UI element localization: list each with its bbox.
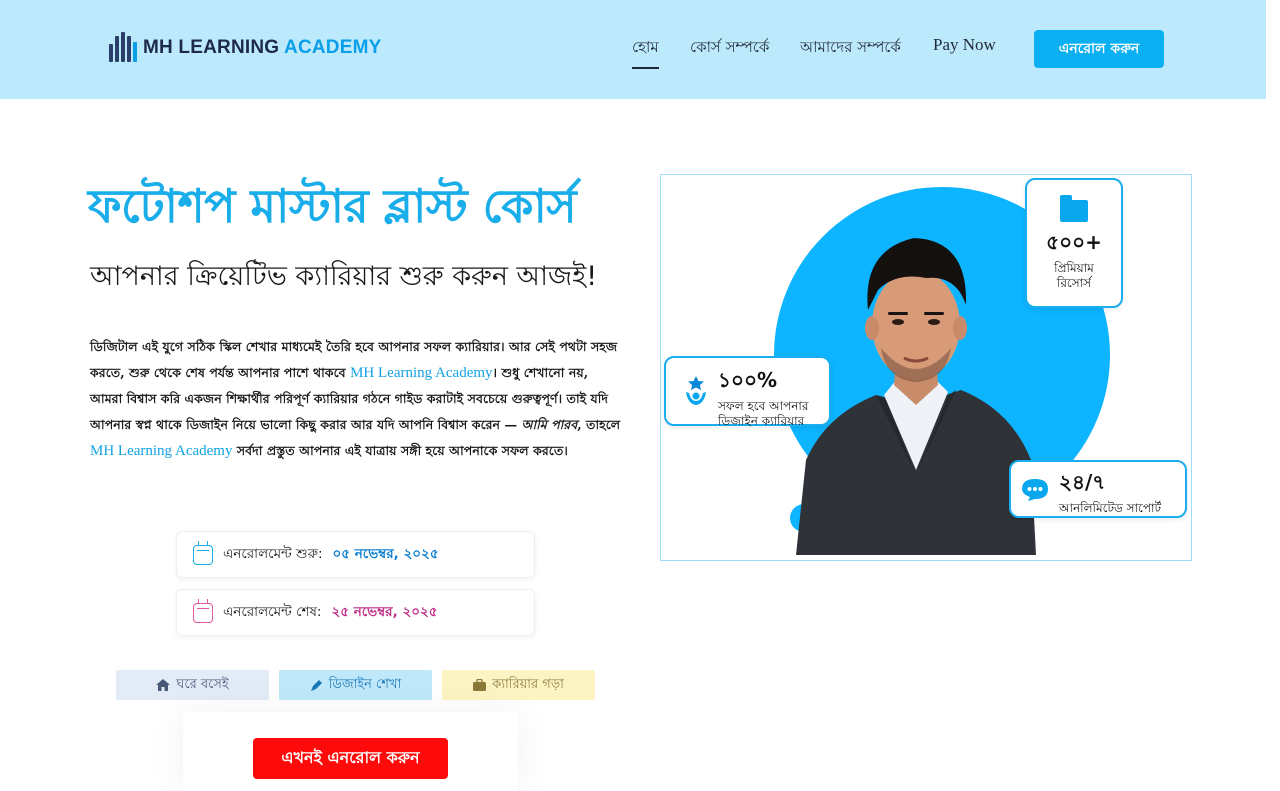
stat-support-value: ২৪/৭ — [1059, 470, 1106, 494]
header-enroll-button[interactable]: এনরোল করুন — [1034, 30, 1164, 68]
tag-learn-design: ডিজাইন শেখা — [279, 670, 432, 700]
stat-success-text: ১০০% সফল হবে আপনার ডিজাইন ক্যারিয়ার — [718, 366, 808, 429]
stat-resources-card: ৫০০+ প্রিমিয়াম রিসোর্স — [1025, 178, 1123, 308]
stat-support-text: ২৪/৭ আনলিমিটেড সাপোর্ট — [1059, 468, 1161, 516]
tag-build-career-label: ক্যারিয়ার গড়া — [492, 676, 564, 692]
stat-support-label: আনলিমিটেড সাপোর্ট — [1059, 501, 1162, 515]
stat-success-card: ১০০% সফল হবে আপনার ডিজাইন ক্যারিয়ার — [664, 356, 831, 429]
hero-title: ফটোশপ মাস্টার ব্লাস্ট কোর্স — [88, 179, 577, 233]
site-header: MH LEARNING ACADEMY হোম কোর্স সম্পর্কে আ… — [0, 0, 1266, 99]
enrollment-end-label: এনরোলমেন্ট শেষ: — [223, 604, 322, 620]
calendar-icon — [193, 540, 213, 565]
stat-success-label-2: ডিজাইন ক্যারিয়ার — [718, 414, 805, 428]
brand-link: MH Learning Academy — [90, 443, 233, 459]
para-part: , তাহলে — [577, 417, 621, 432]
enrollment-start-date: ০৫ নভেম্বর, ২০২৫ — [332, 546, 439, 562]
brand-link: MH Learning Academy — [350, 365, 493, 381]
enrollment-start-label: এনরোলমেন্ট শুরু: — [223, 546, 323, 562]
calendar-icon — [193, 598, 213, 623]
nav-about-us[interactable]: আমাদের সম্পর্কে — [800, 36, 901, 61]
enroll-now-button[interactable]: এখনই এনরোল করুন — [253, 738, 448, 779]
nav-pay-now[interactable]: Pay Now — [933, 35, 996, 55]
enrollment-start-card: এনরোলমেন্ট শুরু: ০৫ নভেম্বর, ২০২৫ — [176, 531, 535, 578]
hero-description: ডিজিটাল এই যুগে সঠিক স্কিল শেখার মাধ্যমে… — [90, 334, 622, 464]
enrollment-end-date: ২৫ নভেম্বর, ২০২৫ — [331, 604, 438, 620]
stat-resources-value: ৫০০+ — [1046, 230, 1102, 254]
logo-text: MH LEARNING ACADEMY — [143, 37, 382, 59]
tag-from-home-label: ঘরে বসেই — [176, 676, 229, 692]
chat-support-icon — [1022, 479, 1048, 501]
home-icon — [156, 679, 171, 691]
para-part: সর্বদা প্রস্তুত আপনার এই যাত্রায় সঙ্গী … — [232, 443, 568, 458]
hero-subtitle: আপনার ক্রিয়েটিভ ক্যারিয়ার শুরু করুন আজ… — [90, 261, 598, 292]
tag-learn-design-label: ডিজাইন শেখা — [328, 676, 402, 692]
stat-success-value: ১০০% — [718, 368, 778, 392]
tag-from-home: ঘরে বসেই — [116, 670, 269, 700]
stat-resources-label-1: প্রিমিয়াম — [1054, 261, 1094, 275]
nav-home[interactable]: হোম — [632, 36, 659, 69]
logo-prefix: MH LEARNING — [143, 37, 280, 58]
stat-success-label-1: সফল হবে আপনার — [718, 399, 809, 413]
logo-suffix: ACADEMY — [284, 37, 382, 58]
folder-icon — [1060, 195, 1088, 222]
instructor-photo — [796, 238, 1036, 555]
achievement-icon — [686, 376, 706, 405]
briefcase-icon — [473, 679, 487, 691]
logo[interactable]: MH LEARNING ACADEMY — [107, 32, 382, 64]
enrollment-end-card: এনরোলমেন্ট শেষ: ২৫ নভেম্বর, ২০২৫ — [176, 589, 535, 636]
pen-icon — [310, 679, 322, 691]
stat-support-card: ২৪/৭ আনলিমিটেড সাপোর্ট — [1009, 460, 1187, 518]
nav-course-about[interactable]: কোর্স সম্পর্কে — [690, 36, 769, 61]
para-quote: আমি পারব — [521, 417, 578, 432]
page: MH LEARNING ACADEMY হোম কোর্স সম্পর্কে আ… — [0, 0, 1280, 791]
tag-build-career: ক্যারিয়ার গড়া — [442, 670, 595, 700]
logo-icon — [107, 32, 137, 64]
stat-resources-label-2: রিসোর্স — [1056, 276, 1092, 290]
